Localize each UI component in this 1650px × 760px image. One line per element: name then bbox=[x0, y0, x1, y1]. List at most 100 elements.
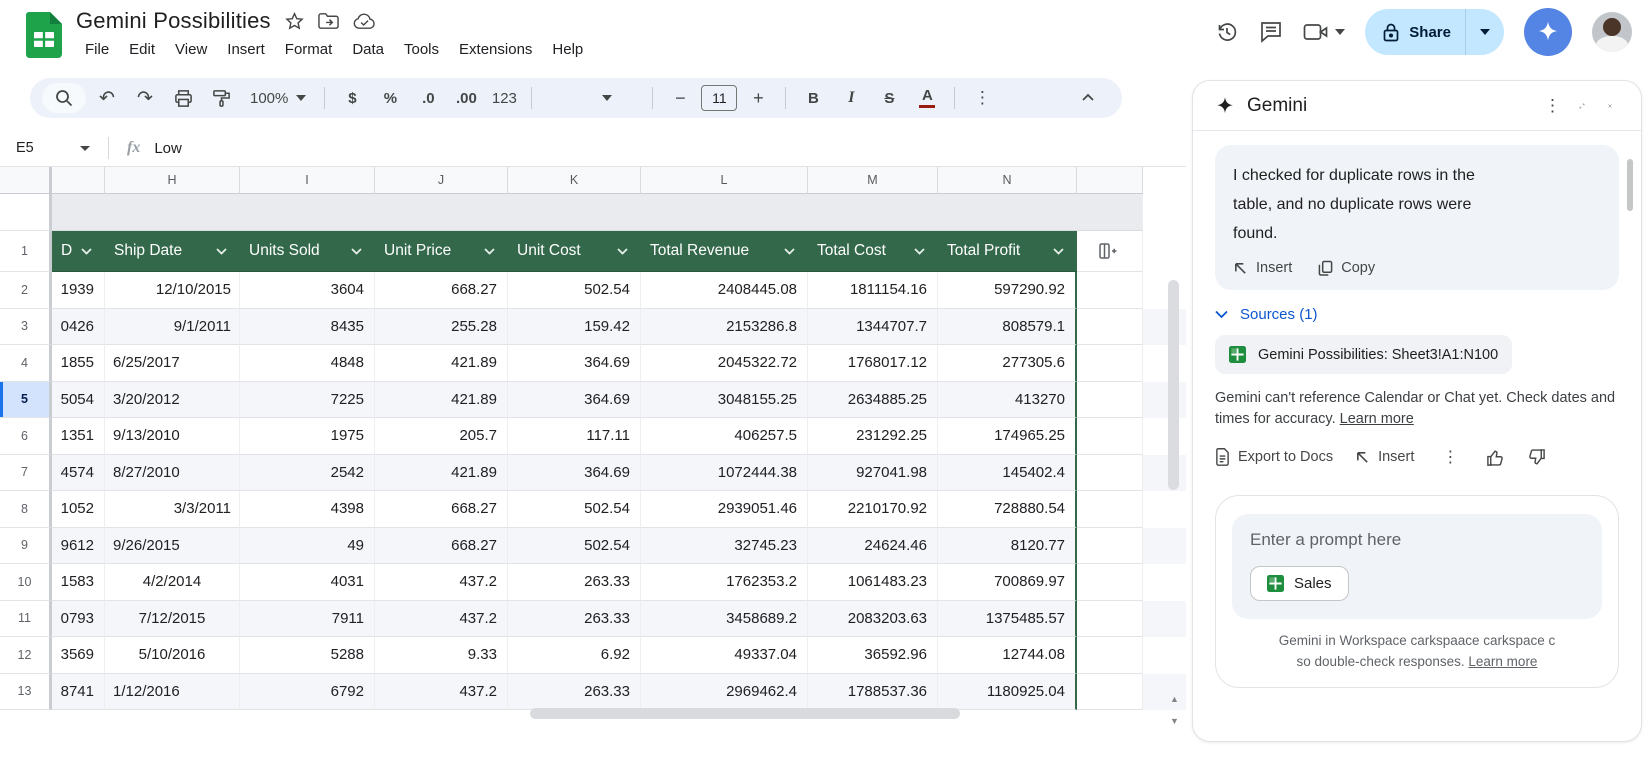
cell-r7-unit-cost[interactable]: 364.69 bbox=[508, 454, 641, 491]
cell-r6-ship-date[interactable]: 9/13/2010 bbox=[105, 418, 240, 455]
cell-r12-total-cost[interactable]: 36592.96 bbox=[808, 637, 938, 674]
increase-font-size-button[interactable]: + bbox=[741, 83, 775, 113]
export-to-docs-button[interactable]: Export to Docs bbox=[1215, 448, 1333, 467]
format-percent-button[interactable]: % bbox=[373, 83, 407, 113]
gemini-spark-button[interactable] bbox=[1524, 8, 1572, 56]
column-header-blank[interactable] bbox=[52, 167, 105, 194]
name-box-caret-icon[interactable] bbox=[80, 145, 90, 151]
add-column-cell[interactable] bbox=[1077, 231, 1143, 272]
cell-r9-after-table[interactable] bbox=[1077, 527, 1143, 564]
row-header-6[interactable]: 6 bbox=[0, 418, 52, 455]
cell-r13-total-profit[interactable]: 1180925.04 bbox=[938, 673, 1077, 710]
decrease-decimal-button[interactable]: .0 bbox=[411, 83, 445, 113]
cell-r5-total-revenue[interactable]: 3048155.25 bbox=[641, 381, 808, 418]
cell-r8-ship-date[interactable]: 3/3/2011 bbox=[105, 491, 240, 528]
cell-r11-ship-date[interactable]: 7/12/2015 bbox=[105, 600, 240, 637]
table-header-total-cost[interactable]: Total Cost bbox=[808, 231, 938, 272]
close-icon[interactable] bbox=[1597, 98, 1623, 114]
row-header-10[interactable]: 10 bbox=[0, 564, 52, 601]
cell-r4-order-id[interactable]: 1855 bbox=[52, 345, 105, 382]
cell-r6-order-id[interactable]: 1351 bbox=[52, 418, 105, 455]
share-dropdown[interactable] bbox=[1466, 9, 1504, 55]
cell-r9-order-id[interactable]: 9612 bbox=[52, 527, 105, 564]
row-header-3[interactable]: 3 bbox=[0, 308, 52, 345]
cell-r4-total-profit[interactable]: 277305.6 bbox=[938, 345, 1077, 382]
row-header-12[interactable]: 12 bbox=[0, 637, 52, 674]
italic-button[interactable]: I bbox=[834, 83, 868, 113]
cell-r6-unit-price[interactable]: 205.7 bbox=[375, 418, 508, 455]
cell-r3-unit-cost[interactable]: 159.42 bbox=[508, 308, 641, 345]
cell-r4-total-cost[interactable]: 1768017.12 bbox=[808, 345, 938, 382]
cell-r7-total-cost[interactable]: 927041.98 bbox=[808, 454, 938, 491]
cell-r6-total-cost[interactable]: 231292.25 bbox=[808, 418, 938, 455]
cell-r10-ship-date[interactable]: 4/2/2014 bbox=[105, 564, 240, 601]
cell-r8-unit-price[interactable]: 668.27 bbox=[375, 491, 508, 528]
share-button[interactable]: Share bbox=[1365, 9, 1504, 55]
zoom-control[interactable]: 100% bbox=[242, 83, 314, 113]
redo-button[interactable]: ↷ bbox=[128, 83, 162, 113]
table-header-units-sold[interactable]: Units Sold bbox=[240, 231, 375, 272]
cloud-saved-icon[interactable] bbox=[353, 12, 376, 30]
cell-r8-total-revenue[interactable]: 2939051.46 bbox=[641, 491, 808, 528]
cell-r8-after-table[interactable] bbox=[1077, 491, 1143, 528]
cell-r7-total-revenue[interactable]: 1072444.38 bbox=[641, 454, 808, 491]
menu-format[interactable]: Format bbox=[276, 38, 342, 61]
cell-r12-units-sold[interactable]: 5288 bbox=[240, 637, 375, 674]
row-header-8[interactable]: 8 bbox=[0, 491, 52, 528]
table-header-unit-cost[interactable]: Unit Cost bbox=[508, 231, 641, 272]
cell-r12-ship-date[interactable]: 5/10/2016 bbox=[105, 637, 240, 674]
column-header-blank[interactable] bbox=[1077, 167, 1143, 194]
column-header-K[interactable]: K bbox=[508, 167, 641, 194]
scroll-up-arrow-icon[interactable]: ▲ bbox=[1170, 694, 1179, 704]
cell-r10-order-id[interactable]: 1583 bbox=[52, 564, 105, 601]
cell-r8-total-profit[interactable]: 728880.54 bbox=[938, 491, 1077, 528]
video-call-button[interactable] bbox=[1303, 22, 1346, 42]
cell-r5-total-profit[interactable]: 413270 bbox=[938, 381, 1077, 418]
sheets-logo[interactable] bbox=[26, 12, 62, 58]
cell-r9-units-sold[interactable]: 49 bbox=[240, 527, 375, 564]
cell-r10-total-cost[interactable]: 1061483.23 bbox=[808, 564, 938, 601]
move-folder-icon[interactable] bbox=[317, 12, 339, 30]
select-all-corner[interactable] bbox=[0, 194, 52, 231]
table-header-unit-price[interactable]: Unit Price bbox=[375, 231, 508, 272]
cell-r13-total-cost[interactable]: 1788537.36 bbox=[808, 673, 938, 710]
menu-data[interactable]: Data bbox=[343, 38, 393, 61]
cell-r3-units-sold[interactable]: 8435 bbox=[240, 308, 375, 345]
cell-r11-total-revenue[interactable]: 3458689.2 bbox=[641, 600, 808, 637]
cell-r12-unit-cost[interactable]: 6.92 bbox=[508, 637, 641, 674]
cell-r9-unit-price[interactable]: 668.27 bbox=[375, 527, 508, 564]
column-header-H[interactable]: H bbox=[105, 167, 240, 194]
expand-icon[interactable] bbox=[1567, 97, 1597, 115]
cell-r9-total-cost[interactable]: 24624.46 bbox=[808, 527, 938, 564]
cell-r3-order-id[interactable]: 0426 bbox=[52, 308, 105, 345]
cell-r12-unit-price[interactable]: 9.33 bbox=[375, 637, 508, 674]
print-button[interactable] bbox=[166, 83, 200, 113]
cell-r2-total-revenue[interactable]: 2408445.08 bbox=[641, 272, 808, 309]
row-header-7[interactable]: 7 bbox=[0, 454, 52, 491]
panel-more-icon[interactable]: ⋮ bbox=[1538, 90, 1567, 122]
more-formats-button[interactable]: 123 bbox=[487, 83, 521, 113]
cell-r7-after-table[interactable] bbox=[1077, 454, 1143, 491]
cell-r10-unit-price[interactable]: 437.2 bbox=[375, 564, 508, 601]
name-box[interactable]: E5 bbox=[0, 140, 100, 156]
menu-help[interactable]: Help bbox=[543, 38, 592, 61]
cell-r9-ship-date[interactable]: 9/26/2015 bbox=[105, 527, 240, 564]
bold-button[interactable]: B bbox=[796, 83, 830, 113]
undo-button[interactable]: ↶ bbox=[90, 83, 124, 113]
cell-r4-total-revenue[interactable]: 2045322.72 bbox=[641, 345, 808, 382]
cell-r6-units-sold[interactable]: 1975 bbox=[240, 418, 375, 455]
copy-response-button[interactable]: Copy bbox=[1318, 260, 1375, 276]
column-header-I[interactable]: I bbox=[240, 167, 375, 194]
thumb-down-icon[interactable] bbox=[1527, 448, 1546, 467]
cell-r10-after-table[interactable] bbox=[1077, 564, 1143, 601]
cell-r3-after-table[interactable] bbox=[1077, 308, 1143, 345]
cell-r5-unit-price[interactable]: 421.89 bbox=[375, 381, 508, 418]
response-more-icon[interactable]: ⋮ bbox=[1436, 441, 1464, 473]
cell-r2-total-cost[interactable]: 1811154.16 bbox=[808, 272, 938, 309]
cell-r2-ship-date[interactable]: 12/10/2015 bbox=[105, 272, 240, 309]
cell-r7-ship-date[interactable]: 8/27/2010 bbox=[105, 454, 240, 491]
cell-r2-units-sold[interactable]: 3604 bbox=[240, 272, 375, 309]
row-header-5[interactable]: 5 bbox=[0, 381, 52, 418]
cell-r13-units-sold[interactable]: 6792 bbox=[240, 673, 375, 710]
cell-r10-total-revenue[interactable]: 1762353.2 bbox=[641, 564, 808, 601]
